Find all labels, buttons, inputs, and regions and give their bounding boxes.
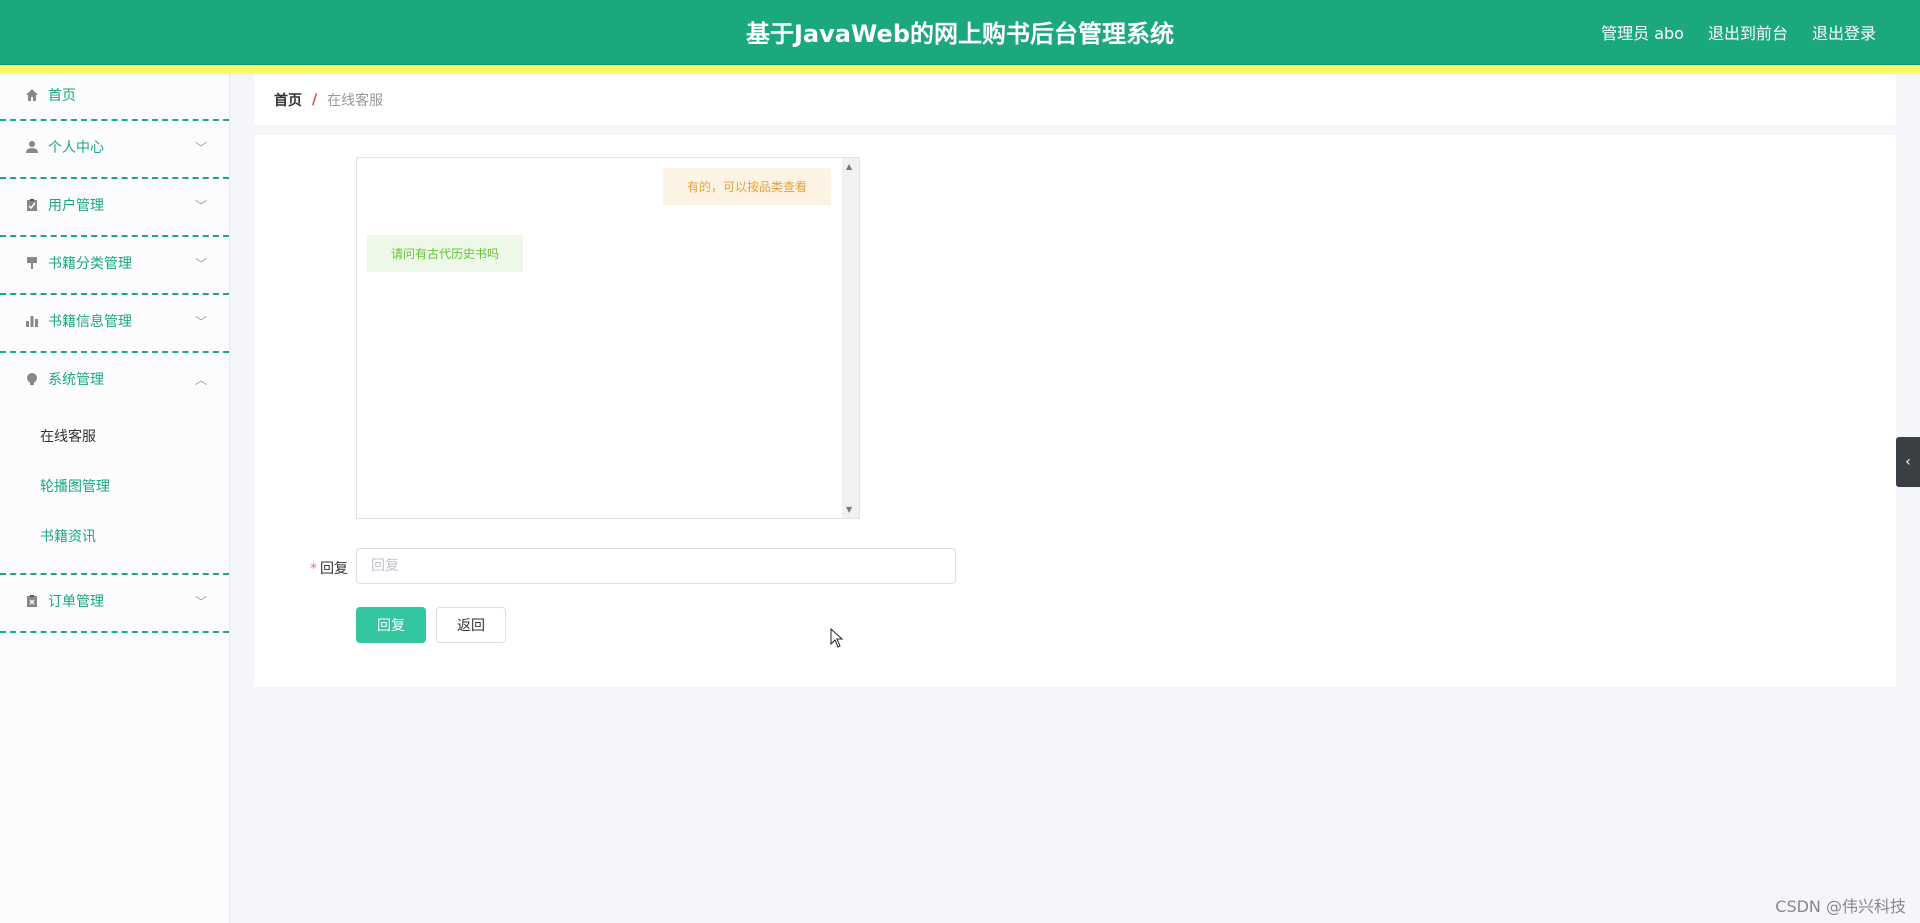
sidebar-item-label: 系统管理 (48, 372, 104, 388)
chat-message-user: 请问有古代历史书吗 (367, 235, 524, 272)
sidebar-item-label: 用户管理 (48, 198, 104, 214)
breadcrumb-separator: / (312, 91, 318, 108)
header-actions: 管理员 abo 退出到前台 退出登录 (1601, 20, 1876, 44)
home-icon (24, 87, 40, 103)
sidebar-item-orders[interactable]: 订单管理 ﹀ (0, 575, 229, 633)
watermark-text: CSDN @伟兴科技 (1775, 897, 1906, 916)
chevron-left-icon: ‹ (1905, 454, 1911, 470)
chevron-down-icon: ﹀ (194, 199, 207, 213)
scroll-down-icon[interactable]: ▼ (846, 505, 852, 514)
mouse-cursor-icon (830, 628, 844, 648)
main-content: 首页 / 在线客服 有的，可以按品类查看 请问有古代历史书吗 ▲ ▼ * 回复 回… (254, 74, 1896, 687)
back-button[interactable]: 返回 (436, 607, 506, 643)
sidebar-item-personal-center[interactable]: 个人中心 ﹀ (0, 121, 229, 179)
chevron-down-icon: ﹀ (194, 315, 207, 329)
bar-chart-icon (24, 313, 40, 329)
scroll-up-icon[interactable]: ▲ (846, 162, 852, 171)
logout-link[interactable]: 退出登录 (1812, 20, 1876, 44)
sidebar-item-label: 书籍分类管理 (48, 256, 132, 272)
submenu-item-book-news[interactable]: 书籍资讯 (0, 517, 229, 567)
chevron-down-icon: ﹀ (194, 141, 207, 155)
brush-icon (24, 255, 40, 271)
clipboard-icon (24, 197, 40, 213)
sidebar-item-book-category[interactable]: 书籍分类管理 ﹀ (0, 237, 229, 295)
sidebar-item-user-management[interactable]: 用户管理 ﹀ (0, 179, 229, 237)
collapse-panel-tab[interactable]: ‹ (1896, 437, 1920, 487)
exit-to-frontend-link[interactable]: 退出到前台 (1708, 20, 1788, 44)
chat-scrollbar[interactable]: ▲ ▼ (842, 158, 859, 518)
accent-bar (0, 65, 1920, 74)
required-mark: * (310, 561, 317, 577)
sidebar-item-label: 书籍信息管理 (48, 314, 132, 330)
document-icon (24, 593, 40, 609)
reply-form-row: * 回复 (254, 548, 1254, 584)
chat-message-admin: 有的，可以按品类查看 (662, 168, 831, 205)
bulb-icon (24, 371, 40, 387)
chat-panel: 有的，可以按品类查看 请问有古代历史书吗 ▲ ▼ *回复 回复 返回 (254, 135, 1896, 687)
reply-label: * 回复 (302, 558, 348, 578)
reply-button[interactable]: 回复 (356, 607, 426, 643)
reply-input[interactable] (356, 548, 956, 584)
breadcrumb-current: 在线客服 (327, 92, 384, 109)
top-header: 基于JavaWeb的网上购书后台管理系统 管理员 abo 退出到前台 退出登录 (0, 0, 1920, 65)
chevron-up-icon: ︿ (194, 373, 207, 387)
breadcrumb-home[interactable]: 首页 (274, 90, 302, 110)
user-icon (24, 139, 40, 155)
sidebar: 首页 个人中心 ﹀ 用户管理 ﹀ 书籍分类管理 ﹀ 书籍信息管理 ﹀ 系统管理 … (0, 74, 230, 923)
admin-user-label: 管理员 abo (1601, 24, 1684, 43)
chevron-down-icon: ﹀ (194, 595, 207, 609)
submenu-item-online-service[interactable]: 在线客服 (0, 417, 229, 467)
reply-label-text: 回复 (320, 561, 348, 577)
system-submenu: 在线客服 轮播图管理 书籍资讯 (0, 411, 229, 575)
chevron-down-icon: ﹀ (194, 257, 207, 271)
sidebar-item-label: 个人中心 (48, 140, 104, 156)
sidebar-item-home[interactable]: 首页 (0, 74, 229, 121)
sidebar-item-label: 订单管理 (48, 594, 104, 610)
breadcrumb: 首页 / 在线客服 (254, 74, 1896, 125)
sidebar-item-system[interactable]: 系统管理 ︿ (0, 353, 229, 411)
submenu-item-carousel[interactable]: 轮播图管理 (0, 467, 229, 517)
sidebar-item-book-info[interactable]: 书籍信息管理 ﹀ (0, 295, 229, 353)
chat-history[interactable]: 有的，可以按品类查看 请问有古代历史书吗 ▲ ▼ (356, 157, 860, 519)
sidebar-item-label: 首页 (48, 88, 76, 104)
